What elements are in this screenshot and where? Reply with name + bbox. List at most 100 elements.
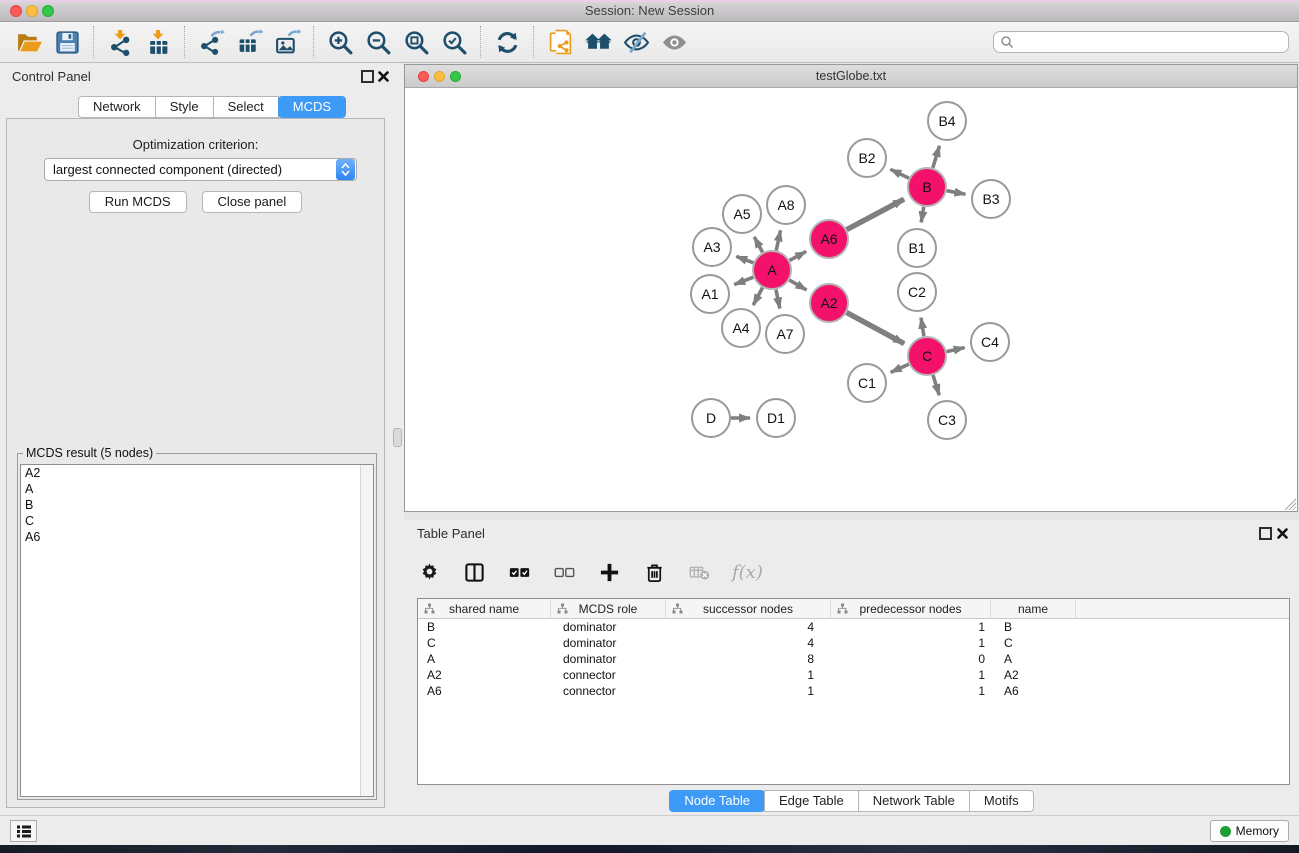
graph-node-label: C — [922, 348, 932, 364]
open-file-icon[interactable] — [10, 24, 48, 60]
import-table-icon[interactable] — [139, 24, 177, 60]
graph-edge-A-A1[interactable] — [734, 277, 753, 284]
graph-edge-A-A2[interactable] — [789, 280, 806, 290]
table-row[interactable]: Cdominator41C — [418, 635, 1289, 651]
float-table-panel-icon[interactable] — [1259, 527, 1272, 540]
graph-edge-B-B4[interactable] — [933, 146, 940, 168]
unselect-all-columns-icon[interactable] — [552, 560, 576, 584]
close-panel-icon[interactable] — [377, 70, 390, 83]
graph-edge-C-C2[interactable] — [921, 318, 924, 337]
network-close-button[interactable] — [418, 71, 429, 82]
apply-layout-refresh-icon[interactable] — [488, 24, 526, 60]
zoom-selected-icon[interactable] — [435, 24, 473, 60]
show-column-icon[interactable] — [462, 560, 486, 584]
vertical-split-grip[interactable] — [393, 428, 402, 447]
column-header-MCDS-role[interactable]: MCDS role — [551, 599, 666, 619]
graph-node-label: D1 — [767, 410, 785, 426]
graph-edge-A-A3[interactable] — [736, 256, 753, 263]
toolbar-separator — [184, 26, 185, 58]
network-from-selection-icon[interactable] — [541, 24, 579, 60]
graph-edge-B-B3[interactable] — [947, 191, 966, 195]
graph-edge-A-A4[interactable] — [753, 288, 762, 305]
graph-edge-B-B2[interactable] — [890, 169, 909, 178]
graph-edge-C-C1[interactable] — [891, 364, 909, 372]
window-resize-grip[interactable] — [1283, 497, 1296, 510]
column-header-successor-nodes[interactable]: successor nodes — [666, 599, 831, 619]
export-table-icon[interactable] — [230, 24, 268, 60]
graph-edge-C-C4[interactable] — [947, 348, 965, 352]
export-image-icon[interactable] — [268, 24, 306, 60]
hide-graphics-details-icon[interactable] — [617, 24, 655, 60]
zoom-in-icon[interactable] — [321, 24, 359, 60]
mcds-result-item[interactable]: B — [21, 497, 373, 513]
tab-style[interactable]: Style — [155, 96, 214, 118]
table-toolbar: f(x) — [417, 552, 763, 592]
column-header-predecessor-nodes[interactable]: predecessor nodes — [831, 599, 991, 619]
table-cell: 8 — [666, 651, 831, 667]
graph-edge-A-A7[interactable] — [776, 290, 780, 309]
home-icon[interactable] — [579, 24, 617, 60]
import-network-icon[interactable] — [101, 24, 139, 60]
search-icon — [1000, 35, 1014, 49]
dropdown-stepper-icon — [336, 159, 355, 180]
graph-edge-A2-C[interactable] — [847, 313, 905, 344]
control-panel: Control Panel Network Style Select MCDS … — [0, 63, 391, 815]
graph-edge-A6-B[interactable] — [847, 199, 904, 229]
delete-table-icon[interactable] — [687, 560, 711, 584]
zoom-fit-icon[interactable] — [397, 24, 435, 60]
tab-motifs[interactable]: Motifs — [969, 790, 1034, 812]
memory-button[interactable]: Memory — [1210, 820, 1289, 842]
select-all-columns-icon[interactable] — [507, 560, 531, 584]
close-panel-button[interactable]: Close panel — [202, 191, 303, 213]
graph-edge-A-A6[interactable] — [790, 251, 807, 260]
table-row[interactable]: A6connector11A6 — [418, 683, 1289, 699]
column-header-shared-name[interactable]: shared name — [418, 599, 551, 619]
table-row[interactable]: Bdominator41B — [418, 619, 1289, 635]
mcds-result-item[interactable]: C — [21, 513, 373, 529]
function-builder-icon[interactable]: f(x) — [732, 562, 763, 583]
tab-network[interactable]: Network — [78, 96, 156, 118]
run-mcds-button[interactable]: Run MCDS — [89, 191, 187, 213]
table-options-gear-icon[interactable] — [417, 560, 441, 584]
graph-edge-B-B1[interactable] — [921, 207, 924, 223]
save-session-icon[interactable] — [48, 24, 86, 60]
graph-node-label: A4 — [732, 320, 749, 336]
add-column-icon[interactable] — [597, 560, 621, 584]
network-maximize-button[interactable] — [450, 71, 461, 82]
export-network-icon[interactable] — [192, 24, 230, 60]
table-row[interactable]: A2connector11A2 — [418, 667, 1289, 683]
graph-edge-A-A5[interactable] — [754, 237, 762, 252]
graph-node-label: B1 — [908, 240, 925, 256]
list-scrollbar[interactable] — [360, 465, 373, 796]
column-header-name[interactable]: name — [991, 599, 1076, 619]
mcds-result-item[interactable]: A6 — [21, 529, 373, 545]
toolbar-separator — [313, 26, 314, 58]
mcds-result-item[interactable]: A2 — [21, 465, 373, 481]
mcds-result-item[interactable]: A — [21, 481, 373, 497]
close-window-button[interactable] — [10, 5, 22, 17]
tab-network-table[interactable]: Network Table — [858, 790, 970, 812]
tab-select[interactable]: Select — [213, 96, 279, 118]
table-row[interactable]: Adominator80A — [418, 651, 1289, 667]
table-cell: A2 — [418, 667, 551, 683]
criterion-dropdown[interactable]: largest connected component (directed) — [44, 158, 357, 181]
maximize-window-button[interactable] — [42, 5, 54, 17]
table-cell: dominator — [551, 635, 666, 651]
minimize-window-button[interactable] — [26, 5, 38, 17]
tab-node-table[interactable]: Node Table — [669, 790, 765, 812]
close-table-panel-icon[interactable] — [1276, 527, 1289, 540]
show-graphics-details-icon[interactable] — [655, 24, 693, 60]
table-cell: 1 — [831, 667, 991, 683]
tab-mcds[interactable]: MCDS — [278, 96, 346, 118]
task-history-button[interactable] — [10, 820, 37, 842]
graph-edge-A-A8[interactable] — [776, 230, 780, 250]
tab-edge-table[interactable]: Edge Table — [764, 790, 859, 812]
graph-edge-C-C3[interactable] — [933, 375, 939, 395]
delete-column-icon[interactable] — [642, 560, 666, 584]
network-canvas[interactable]: B4B2BB3A8A5A6A3B1AC2A1A2A4A7C4CC1DD1C3 — [405, 88, 1297, 511]
window-title: Session: New Session — [0, 0, 1299, 22]
search-input[interactable] — [1014, 33, 1288, 51]
zoom-out-icon[interactable] — [359, 24, 397, 60]
float-panel-icon[interactable] — [361, 70, 374, 83]
network-minimize-button[interactable] — [434, 71, 445, 82]
